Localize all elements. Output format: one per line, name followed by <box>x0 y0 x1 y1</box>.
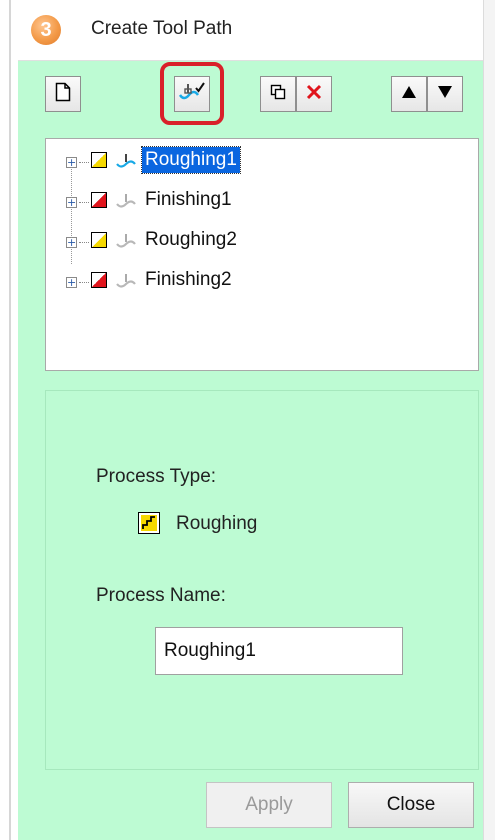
expand-icon[interactable]: + <box>66 197 77 208</box>
details-group <box>45 390 479 770</box>
expand-icon[interactable]: + <box>66 277 77 288</box>
tree-item[interactable]: + Finishing2 <box>46 263 476 297</box>
move-up-button[interactable] <box>391 76 427 112</box>
triangle-down-icon <box>437 85 453 104</box>
roughing-type-icon <box>138 512 160 534</box>
toolpath-check-icon <box>178 81 206 108</box>
new-document-icon <box>55 82 71 107</box>
process-name-input[interactable]: Roughing1 <box>155 627 403 675</box>
toolpath-icon <box>116 194 136 208</box>
toolpath-icon <box>116 274 136 288</box>
tree-item[interactable]: + Roughing1 <box>46 143 476 177</box>
toolpath-icon <box>116 154 136 168</box>
step-badge: 3 <box>31 15 61 45</box>
tree-item[interactable]: + Finishing1 <box>46 183 476 217</box>
tree-dots <box>79 282 89 283</box>
toolbar <box>18 60 483 132</box>
tree-dots <box>79 202 89 203</box>
move-down-button[interactable] <box>427 76 463 112</box>
copy-icon <box>270 84 286 105</box>
delete-button[interactable] <box>296 76 332 112</box>
tree-item[interactable]: + Roughing2 <box>46 223 476 257</box>
new-button[interactable] <box>45 76 81 112</box>
apply-button[interactable]: Apply <box>206 782 332 828</box>
toolpath-icon <box>116 234 136 248</box>
close-button[interactable]: Close <box>348 782 474 828</box>
tree-dots <box>79 162 89 163</box>
scrollbar[interactable] <box>483 0 495 840</box>
copy-button[interactable] <box>260 76 296 112</box>
tree-item-label: Roughing1 <box>141 146 241 174</box>
create-toolpath-button[interactable] <box>174 76 210 112</box>
tree-item-label: Finishing1 <box>145 189 232 210</box>
process-type-value: Roughing <box>176 513 258 534</box>
tree-item-label: Roughing2 <box>145 229 237 250</box>
process-name-label: Process Name: <box>96 585 226 606</box>
create-tool-path-panel: 3 Create Tool Path + Roughing1 + Finishi… <box>18 0 483 840</box>
title-bar: 3 Create Tool Path <box>18 0 483 61</box>
triangle-up-icon <box>401 85 417 104</box>
roughing-type-icon <box>91 232 107 248</box>
window-title: Create Tool Path <box>91 18 233 39</box>
tree-item-label: Finishing2 <box>145 269 232 290</box>
expand-icon[interactable]: + <box>66 237 77 248</box>
finishing-type-icon <box>91 192 107 208</box>
process-type-label: Process Type: <box>96 466 217 487</box>
finishing-type-icon <box>91 272 107 288</box>
delete-x-icon <box>305 83 323 106</box>
left-border <box>0 0 16 840</box>
tree-dots <box>79 242 89 243</box>
expand-icon[interactable]: + <box>66 157 77 168</box>
roughing-type-icon <box>91 152 107 168</box>
process-tree[interactable]: + Roughing1 + Finishing1 + Roughing2 + F… <box>45 138 479 371</box>
